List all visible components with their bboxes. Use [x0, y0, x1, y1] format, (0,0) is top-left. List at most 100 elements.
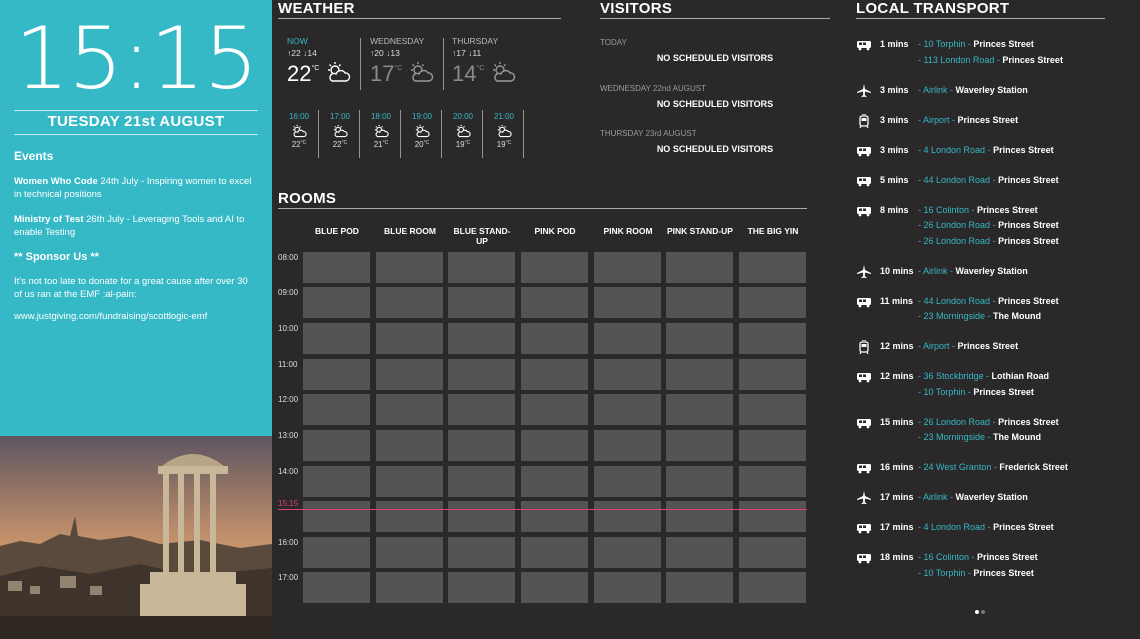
- room-slot[interactable]: [303, 252, 370, 283]
- room-slot[interactable]: [521, 466, 588, 497]
- transport-minutes: 12 mins: [880, 371, 914, 381]
- room-slot[interactable]: [448, 323, 515, 354]
- room-slot[interactable]: [448, 572, 515, 603]
- divider: [360, 38, 361, 90]
- room-slot[interactable]: [448, 466, 515, 497]
- room-slot[interactable]: [303, 323, 370, 354]
- tram-icon: [856, 339, 872, 355]
- room-slot[interactable]: [594, 252, 661, 283]
- room-slot[interactable]: [376, 430, 443, 461]
- room-slot[interactable]: [376, 466, 443, 497]
- room-slot[interactable]: [303, 501, 370, 532]
- room-slot[interactable]: [376, 359, 443, 390]
- room-slot[interactable]: [376, 501, 443, 532]
- room-slot[interactable]: [303, 394, 370, 425]
- room-slot[interactable]: [303, 466, 370, 497]
- room-slot[interactable]: [376, 537, 443, 568]
- route-name: Airlink: [923, 84, 948, 95]
- room-slot[interactable]: [666, 359, 733, 390]
- room-slot[interactable]: [521, 359, 588, 390]
- route-destination: Waverley Station: [955, 492, 1028, 502]
- room-slot[interactable]: [739, 430, 806, 461]
- room-slot[interactable]: [448, 287, 515, 318]
- room-slot[interactable]: [666, 287, 733, 318]
- divider: [441, 110, 442, 158]
- route-name: 44 London Road: [923, 174, 991, 185]
- room-slot[interactable]: [448, 537, 515, 568]
- room-slot[interactable]: [521, 252, 588, 283]
- room-slot[interactable]: [666, 537, 733, 568]
- room-slot[interactable]: [448, 252, 515, 283]
- room-slot[interactable]: [303, 287, 370, 318]
- room-slot[interactable]: [376, 394, 443, 425]
- room-slot[interactable]: [448, 430, 515, 461]
- transport-title: LOCAL TRANSPORT: [856, 0, 1105, 19]
- room-slot[interactable]: [521, 537, 588, 568]
- room-slot[interactable]: [739, 537, 806, 568]
- visitor-message: NO SCHEDULED VISITORS: [656, 99, 774, 109]
- room-slot[interactable]: [594, 323, 661, 354]
- transport-route: - Airport - Princes Street: [918, 341, 1019, 351]
- room-slot[interactable]: [521, 394, 588, 425]
- room-slot[interactable]: [448, 394, 515, 425]
- room-slot[interactable]: [521, 430, 588, 461]
- room-slot[interactable]: [666, 394, 733, 425]
- weather-high-low: ↑20 ↓13: [370, 48, 400, 58]
- room-slot[interactable]: [739, 252, 806, 283]
- route-destination: Princes Street: [977, 552, 1038, 562]
- room-slot[interactable]: [739, 466, 806, 497]
- room-slot[interactable]: [303, 359, 370, 390]
- room-slot[interactable]: [739, 572, 806, 603]
- room-slot[interactable]: [376, 287, 443, 318]
- room-slot[interactable]: [739, 323, 806, 354]
- room-slot[interactable]: [594, 394, 661, 425]
- room-slot[interactable]: [376, 572, 443, 603]
- route-destination: Princes Street: [998, 235, 1059, 246]
- room-slot[interactable]: [594, 572, 661, 603]
- weather-day-label: THURSDAY: [452, 36, 499, 46]
- room-slot[interactable]: [521, 287, 588, 318]
- room-slot[interactable]: [521, 323, 588, 354]
- room-slot[interactable]: [594, 359, 661, 390]
- sponsor-link[interactable]: www.justgiving.com/fundraising/scottlogi…: [14, 310, 258, 323]
- room-slot[interactable]: [739, 287, 806, 318]
- page-indicator[interactable]: [975, 601, 987, 619]
- room-slot[interactable]: [521, 572, 588, 603]
- room-slot[interactable]: [666, 501, 733, 532]
- visitor-day-label: THURSDAY 23rd AUGUST: [600, 129, 697, 138]
- room-slot[interactable]: [594, 501, 661, 532]
- room-slot[interactable]: [666, 430, 733, 461]
- room-slot[interactable]: [666, 572, 733, 603]
- room-slot[interactable]: [594, 287, 661, 318]
- room-slot[interactable]: [376, 323, 443, 354]
- route-name: 44 London Road: [923, 295, 991, 306]
- room-slot[interactable]: [666, 466, 733, 497]
- page-dot[interactable]: [981, 610, 985, 614]
- route-destination: Waverley Station: [955, 84, 1028, 95]
- time-label: 17:00: [278, 573, 299, 582]
- room-slot[interactable]: [739, 394, 806, 425]
- room-slot[interactable]: [594, 466, 661, 497]
- room-slot[interactable]: [303, 430, 370, 461]
- room-slot[interactable]: [666, 252, 733, 283]
- room-slot[interactable]: [594, 537, 661, 568]
- hour-time: 20:00: [452, 112, 474, 121]
- page-dot-active[interactable]: [975, 610, 979, 614]
- room-slot[interactable]: [303, 537, 370, 568]
- time-label: 08:00: [278, 253, 299, 262]
- room-slot[interactable]: [739, 359, 806, 390]
- partly-cloudy-icon: [292, 124, 307, 138]
- bus-icon: [856, 551, 872, 564]
- partly-cloudy-icon: [415, 124, 430, 138]
- room-slot[interactable]: [594, 430, 661, 461]
- room-slot[interactable]: [739, 501, 806, 532]
- room-slot[interactable]: [666, 323, 733, 354]
- weather-temp: 17 °C: [370, 61, 450, 87]
- hour-temp: 20°C: [414, 140, 430, 149]
- transport-minutes: 16 mins: [880, 462, 914, 472]
- room-slot[interactable]: [303, 572, 370, 603]
- room-slot[interactable]: [448, 359, 515, 390]
- room-slot[interactable]: [448, 501, 515, 532]
- room-slot[interactable]: [376, 252, 443, 283]
- room-slot[interactable]: [521, 501, 588, 532]
